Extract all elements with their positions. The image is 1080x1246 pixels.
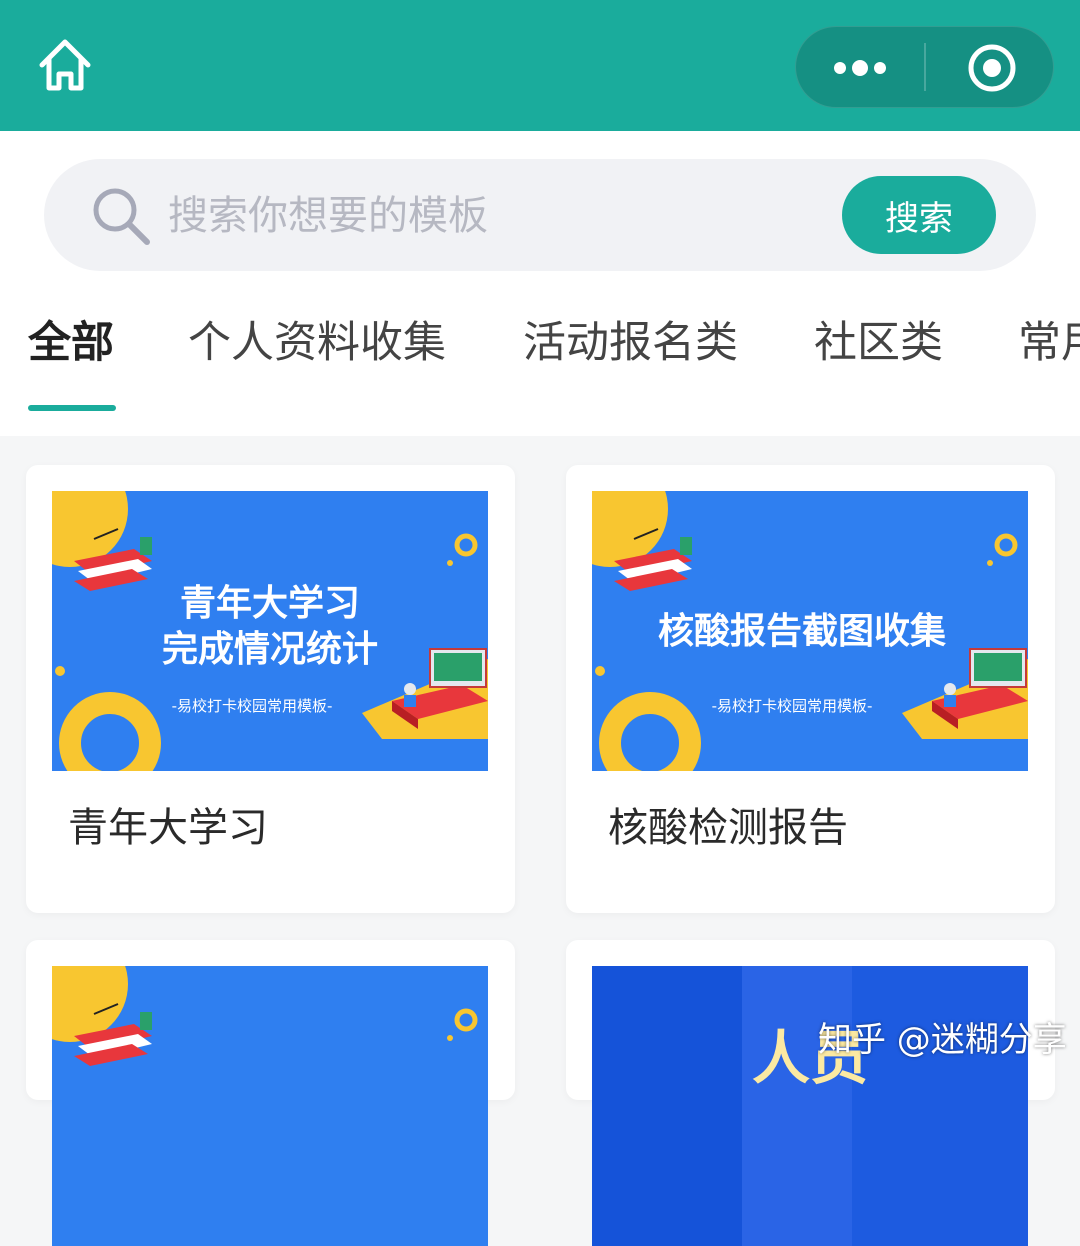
active-tab-indicator bbox=[28, 405, 116, 411]
home-icon[interactable] bbox=[34, 36, 96, 96]
search-icon bbox=[89, 184, 153, 248]
more-dots-icon[interactable] bbox=[796, 27, 924, 107]
template-banner bbox=[52, 966, 488, 1246]
banner-line-2: 完成情况统计 bbox=[162, 629, 378, 670]
search-button[interactable]: 搜索 bbox=[842, 176, 996, 254]
template-banner: 核酸报告截图收集 -易校打卡校园常用模板- bbox=[592, 491, 1028, 771]
category-tabs: 全部 个人资料收集 活动报名类 社区类 常用 bbox=[0, 284, 1080, 436]
search-box: 搜索 bbox=[44, 159, 1036, 271]
template-banner: 人员 bbox=[592, 966, 1028, 1246]
banner-subtitle: -易校打卡校园常用模板- bbox=[172, 697, 333, 715]
template-banner: 青年大学习 完成情况统计 -易校打卡校园常用模板- bbox=[52, 491, 488, 771]
template-card[interactable]: 青年大学习 完成情况统计 -易校打卡校园常用模板- 青年大学习 bbox=[26, 465, 515, 913]
banner-line-1: 核酸报告截图收集 bbox=[658, 611, 946, 652]
card-title: 青年大学习 bbox=[68, 805, 268, 851]
top-nav-bar bbox=[0, 0, 1080, 131]
search-input[interactable] bbox=[166, 183, 830, 249]
banner-line-1: 青年大学习 bbox=[180, 582, 360, 624]
card-title: 核酸检测报告 bbox=[608, 805, 848, 851]
target-circle-icon[interactable] bbox=[926, 27, 1054, 107]
mini-program-capsule bbox=[795, 26, 1054, 108]
tab-personal-info[interactable]: 个人资料收集 bbox=[188, 308, 446, 378]
tab-community[interactable]: 社区类 bbox=[814, 308, 943, 378]
template-card[interactable]: 核酸报告截图收集 -易校打卡校园常用模板- 核酸检测报告 bbox=[566, 465, 1055, 913]
search-area: 搜索 bbox=[0, 131, 1080, 284]
template-card[interactable] bbox=[26, 940, 515, 1246]
tab-common[interactable]: 常用 bbox=[1018, 308, 1080, 378]
banner-subtitle: -易校打卡校园常用模板- bbox=[712, 697, 873, 715]
tab-activity-signup[interactable]: 活动报名类 bbox=[523, 308, 738, 378]
watermark-text: 知乎 @迷糊分享 bbox=[818, 1020, 1067, 1060]
tab-all[interactable]: 全部 bbox=[28, 308, 114, 378]
